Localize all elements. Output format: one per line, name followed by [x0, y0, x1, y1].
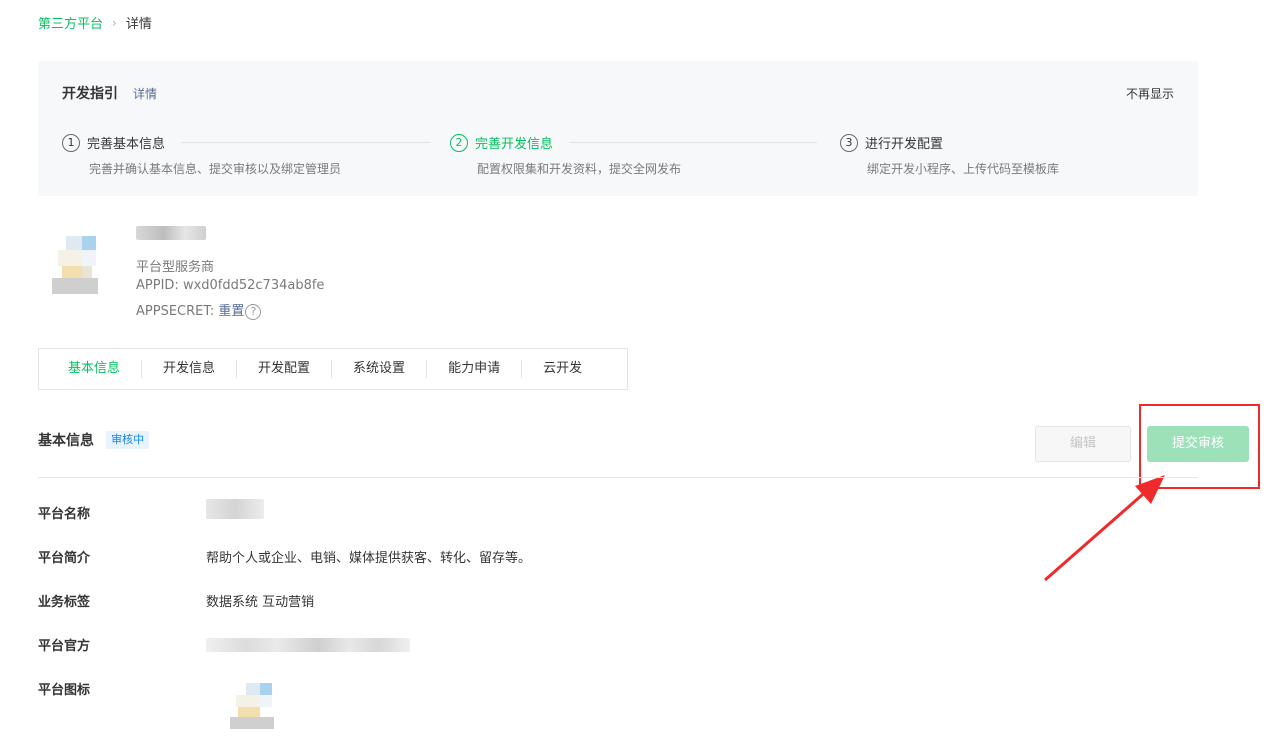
step-connector — [181, 142, 432, 143]
step-desc-3: 绑定开发小程序、上传代码至模板库 — [867, 162, 1060, 176]
basic-info-section-header: 基本信息 审核中 — [38, 430, 1198, 450]
business-tags-value: 数据系统 互动营销 — [206, 595, 315, 610]
tab-cloud-dev[interactable]: 云开发 — [522, 360, 603, 378]
tab-system-settings[interactable]: 系统设置 — [332, 360, 428, 378]
platform-name-value — [206, 499, 264, 523]
platform-intro-value: 帮助个人或企业、电销、媒体提供获客、转化、留存等。 — [206, 551, 532, 566]
chevron-right-icon: › — [112, 15, 117, 30]
appsecret-row: APPSECRET: 重置? — [136, 300, 262, 320]
section-title: 基本信息 — [38, 433, 94, 449]
step-title-3: 进行开发配置 — [865, 137, 944, 152]
tab-capability-apply[interactable]: 能力申请 — [427, 360, 523, 378]
platform-site-label: 平台官方 — [38, 639, 91, 654]
breadcrumb: 第三方平台 › 详情 — [38, 13, 152, 33]
appid-row: APPID: wxd0fdd52c734ab8fe — [136, 278, 324, 293]
guide-title: 开发指引 — [62, 86, 118, 102]
appid-value: wxd0fdd52c734ab8fe — [182, 278, 325, 293]
step-number-1: 1 — [62, 133, 80, 152]
guide-step-2: 2 完善开发信息 配置权限集和开发资料，提交全网发布 — [450, 133, 818, 177]
account-type: 平台型服务商 — [136, 260, 215, 275]
guide-step-3: 3 进行开发配置 绑定开发小程序、上传代码至模板库 — [840, 133, 1059, 177]
platform-avatar-icon — [52, 236, 98, 294]
tab-dev-info[interactable]: 开发信息 — [142, 360, 238, 378]
detail-tabs: 基本信息 开发信息 开发配置 系统设置 能力申请 云开发 — [38, 348, 628, 390]
dont-show-again-link[interactable]: 不再显示 — [1126, 85, 1174, 102]
step-desc-2: 配置权限集和开发资料，提交全网发布 — [477, 162, 682, 176]
business-tags-label: 业务标签 — [38, 595, 91, 610]
appsecret-reset-link[interactable]: 重置 — [218, 304, 244, 319]
breadcrumb-current: 详情 — [125, 17, 152, 32]
guide-detail-link[interactable]: 详情 — [133, 85, 157, 102]
guide-step-1: 1 完善基本信息 完善并确认基本信息、提交审核以及绑定管理员 — [62, 133, 432, 177]
breadcrumb-third-party-platform[interactable]: 第三方平台 — [38, 13, 103, 32]
platform-icon-label: 平台图标 — [38, 683, 91, 698]
step-number-3: 3 — [840, 133, 858, 152]
step-title-2: 完善开发信息 — [475, 137, 554, 152]
development-guide-panel: 开发指引 详情 不再显示 1 完善基本信息 完善并确认基本信息、提交审核以及绑定… — [38, 61, 1198, 196]
step-desc-1: 完善并确认基本信息、提交审核以及绑定管理员 — [89, 162, 342, 176]
step-number-2: 2 — [450, 133, 468, 152]
platform-icon-image — [230, 683, 274, 729]
edit-button[interactable]: 编辑 — [1035, 426, 1131, 462]
appsecret-label: APPSECRET: — [136, 304, 215, 319]
section-divider — [38, 477, 1198, 478]
step-title-1: 完善基本信息 — [87, 137, 166, 152]
annotation-arrow-icon — [1044, 475, 1165, 582]
step-connector — [569, 142, 818, 143]
status-badge: 审核中 — [106, 431, 150, 449]
appid-label: APPID: — [136, 278, 179, 293]
question-circle-icon[interactable]: ? — [245, 303, 262, 320]
platform-site-value — [206, 638, 410, 656]
account-name-blurred — [136, 226, 206, 240]
tab-dev-config[interactable]: 开发配置 — [237, 360, 333, 378]
platform-intro-label: 平台简介 — [38, 551, 91, 566]
tab-basic-info[interactable]: 基本信息 — [47, 360, 143, 378]
platform-name-label: 平台名称 — [38, 507, 91, 522]
